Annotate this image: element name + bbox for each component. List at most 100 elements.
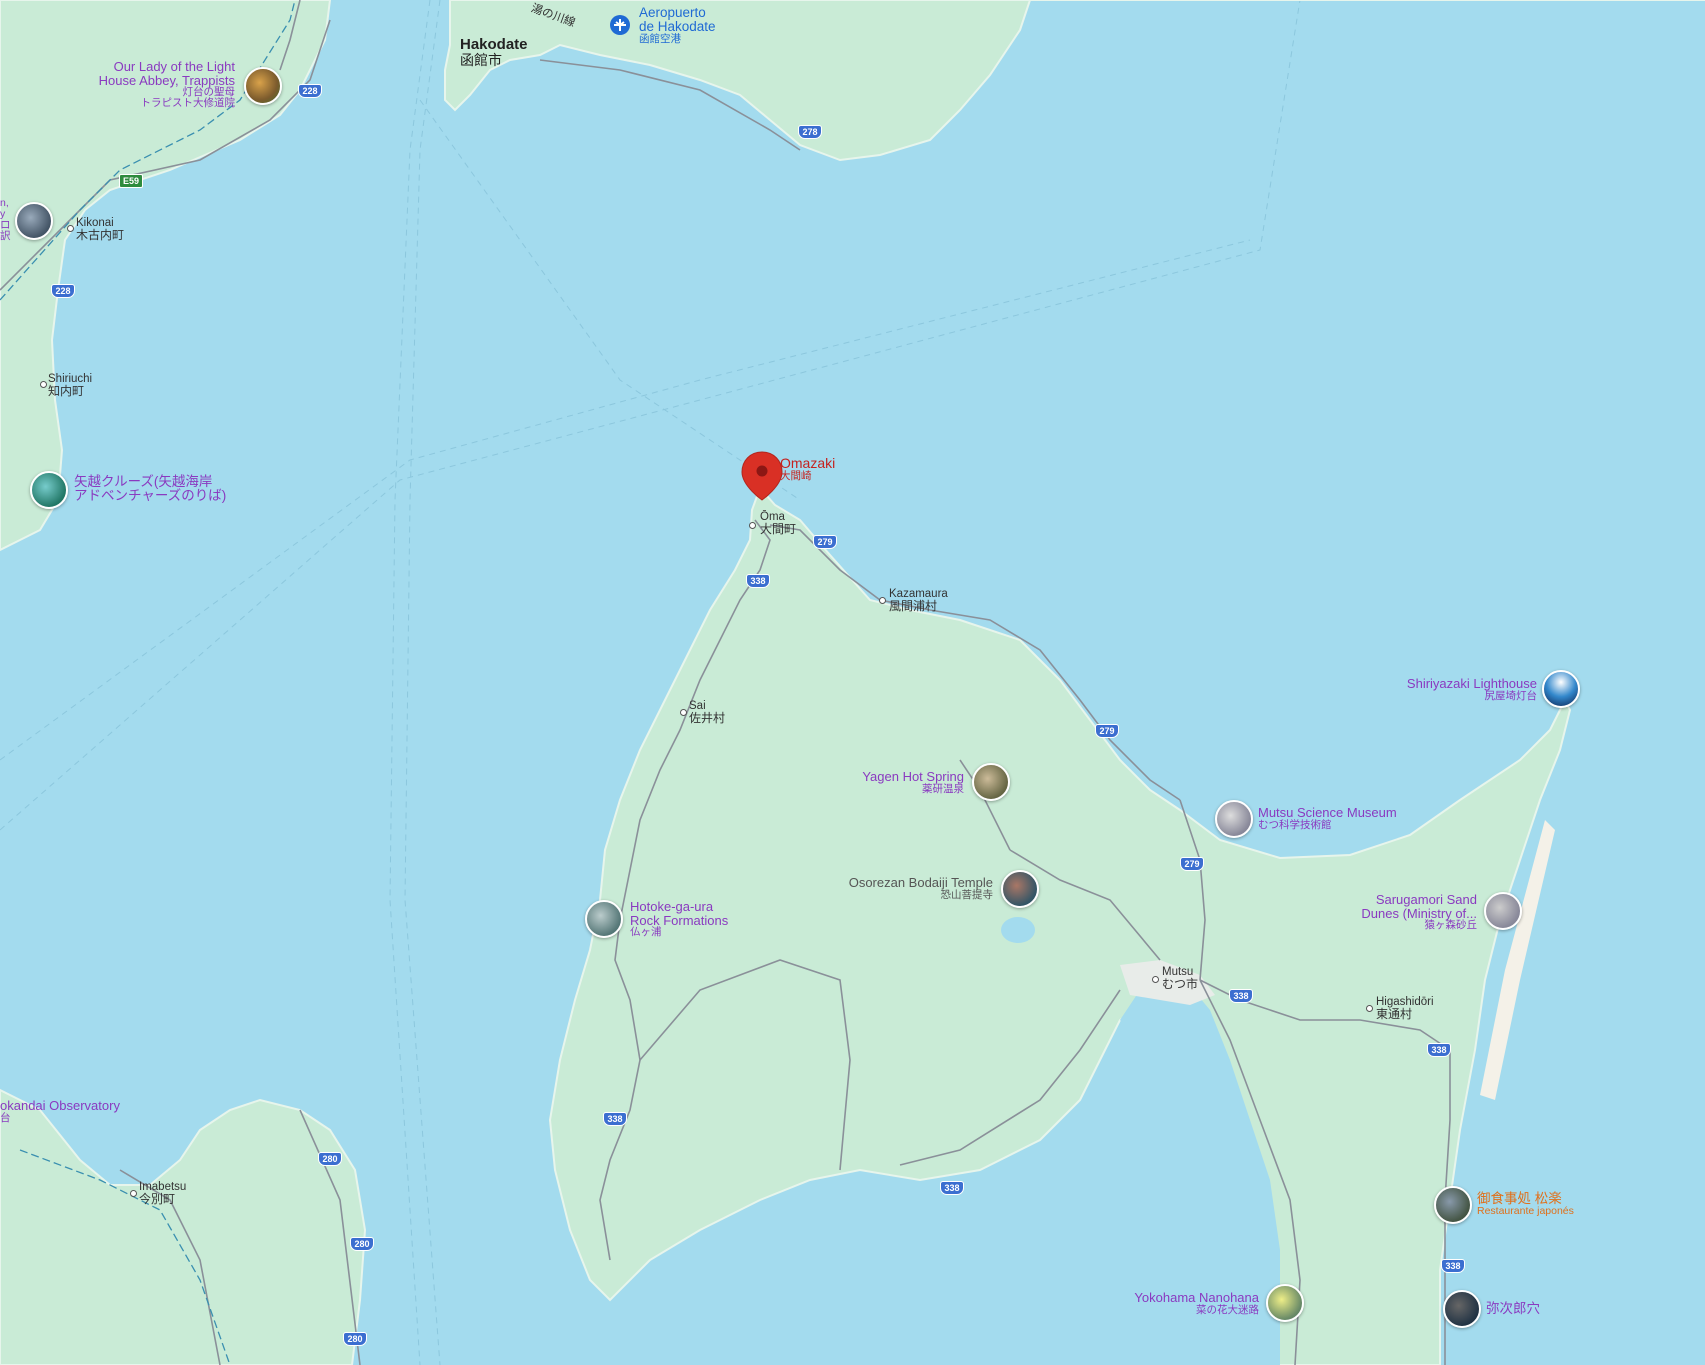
road-shield: E59: [119, 174, 144, 188]
place-name: Sarugamori Sand: [1375, 892, 1477, 907]
yokohama-thumbnail[interactable]: [1266, 1284, 1304, 1322]
place-name: Our Lady of the Light: [113, 59, 235, 74]
left-cut-thumbnail[interactable]: [15, 202, 53, 240]
matsuraku-thumbnail[interactable]: [1434, 1186, 1472, 1224]
osorezan-thumbnail[interactable]: [1001, 870, 1039, 908]
place-hotoke[interactable]: Hotoke-ga-ura Rock Formations 仏ヶ浦: [630, 900, 728, 938]
place-name-ja: 薬研温泉: [922, 782, 964, 795]
place-name: Mutsu Science Museum: [1258, 805, 1397, 820]
town-dot: [40, 381, 47, 388]
lake-usori: [1001, 917, 1035, 943]
place-name-ja: 尻屋埼灯台: [1484, 689, 1538, 702]
road-shield: 279: [1095, 724, 1119, 738]
hotoke-thumbnail[interactable]: [585, 900, 623, 938]
road-shield: 338: [1441, 1259, 1465, 1273]
place-name-ja: 佐井村: [689, 711, 726, 726]
road-shield: 279: [813, 535, 837, 549]
road-shield: 338: [940, 1181, 964, 1195]
omazaki-name: Omazaki: [780, 455, 836, 471]
place-name-ja: Restaurante japonés: [1477, 1205, 1574, 1218]
place-yajiro[interactable]: 弥次郎穴: [1486, 1301, 1540, 1316]
place-name-ja-line2: トラピスト大修道院: [140, 97, 236, 110]
place-imabetsu[interactable]: Imabetsu 今別町: [139, 1181, 186, 1206]
place-name: 弥次郎穴: [1486, 1301, 1540, 1316]
place-mutsu[interactable]: Mutsu むつ市: [1162, 966, 1198, 991]
place-shiriyazaki[interactable]: Shiriyazaki Lighthouse 尻屋埼灯台: [1407, 677, 1537, 702]
yajiro-thumbnail[interactable]: [1443, 1290, 1481, 1328]
place-mutsu-museum[interactable]: Mutsu Science Museum むつ科学技術館: [1258, 806, 1397, 831]
yagoshi-thumbnail[interactable]: [30, 471, 68, 509]
place-trappists[interactable]: Our Lady of the Light House Abbey, Trapp…: [99, 60, 235, 109]
shiriyazaki-thumbnail[interactable]: [1542, 670, 1580, 708]
road-shield: 280: [318, 1152, 342, 1166]
land-hokkaido-north: [444, 0, 1705, 162]
place-name-line2: アドベンチャーズのりば): [74, 488, 227, 504]
road-shield: 338: [1427, 1043, 1451, 1057]
place-name-ja: 知内町: [48, 384, 85, 399]
place-name-ja: 今別町: [139, 1192, 176, 1207]
place-name: Hakodate: [460, 36, 528, 53]
place-kikonai[interactable]: Kikonai 木古内町: [76, 217, 124, 242]
place-name-ja: 東通村: [1376, 1007, 1413, 1022]
place-higashidori[interactable]: Higashidōri 東通村: [1376, 996, 1434, 1021]
place-sarugamori[interactable]: Sarugamori Sand Dunes (Ministry of... 猿ヶ…: [1361, 893, 1477, 931]
place-name-ja: 仏ヶ浦: [630, 926, 662, 939]
town-dot: [1152, 976, 1159, 983]
place-name-ja: 菜の花大迷路: [1196, 1303, 1259, 1316]
place-kazamaura[interactable]: Kazamaura 風間浦村: [889, 588, 948, 613]
map-canvas[interactable]: Omazaki 大間崎 Hakodate 函館市 湯の川線 Aeropuerto…: [0, 0, 1705, 1365]
place-hakodate[interactable]: Hakodate 函館市: [460, 37, 528, 67]
place-name-ja: 函館市: [460, 51, 502, 68]
place-name: Osorezan Bodaiji Temple: [848, 875, 993, 890]
town-dot: [879, 597, 886, 604]
airplane-icon: [610, 15, 630, 35]
town-dot: [1366, 1005, 1373, 1012]
mutsu-museum-thumbnail[interactable]: [1215, 800, 1253, 838]
road-shield: 279: [1180, 857, 1204, 871]
place-name-ja: 猿ヶ森砂丘: [1424, 919, 1478, 932]
place-ooma[interactable]: Ōma 大間町: [760, 511, 796, 536]
town-dot: [67, 225, 74, 232]
town-dot: [749, 522, 756, 529]
place-shiriuchi[interactable]: Shiriuchi 知内町: [48, 373, 92, 398]
road-shield: 338: [746, 574, 770, 588]
place-airport[interactable]: Aeropuerto de Hakodate 函館空港: [639, 5, 716, 46]
place-name-ja: むつ市: [1162, 977, 1199, 992]
trappists-thumbnail[interactable]: [244, 67, 282, 105]
road-shield: 228: [51, 284, 75, 298]
place-left-cut[interactable]: n, y ロ 訳: [0, 197, 11, 243]
place-name: 御食事処 松楽: [1477, 1191, 1562, 1206]
road-shield: 338: [1229, 989, 1253, 1003]
place-yokohama[interactable]: Yokohama Nanohana 菜の花大迷路: [1134, 1291, 1259, 1316]
place-name-ja: むつ科学技術館: [1258, 818, 1332, 831]
place-tappi[interactable]: okandai Observatory 台: [0, 1099, 120, 1124]
road-shield: 280: [343, 1332, 367, 1346]
place-name: Shiriyazaki Lighthouse: [1406, 676, 1537, 691]
town-dot: [680, 709, 687, 716]
road-shield: 228: [298, 84, 322, 98]
place-sai[interactable]: Sai 佐井村: [689, 700, 725, 725]
place-name-ja: 大間町: [760, 522, 797, 537]
place-name: okandai Observatory: [0, 1098, 120, 1113]
place-name-ja: 函館空港: [639, 33, 681, 46]
place-yagen[interactable]: Yagen Hot Spring 薬研温泉: [862, 770, 964, 795]
omazaki-pin-icon[interactable]: [741, 451, 783, 501]
place-osorezan[interactable]: Osorezan Bodaiji Temple 恐山菩提寺: [849, 876, 993, 901]
town-dot: [130, 1190, 137, 1197]
yagen-thumbnail[interactable]: [972, 763, 1010, 801]
omazaki-name-ja: 大間崎: [780, 469, 812, 482]
place-yagoshi[interactable]: 矢越クルーズ(矢越海岸 アドベンチャーズのりば): [74, 474, 227, 504]
road-shield: 338: [603, 1112, 627, 1126]
place-name: Hotoke-ga-ura: [630, 899, 714, 914]
place-name-ja-line2: 訳: [0, 230, 11, 243]
road-shield: 278: [798, 125, 822, 139]
place-name: Yokohama Nanohana: [1134, 1290, 1259, 1305]
omazaki-label[interactable]: Omazaki 大間崎: [780, 456, 835, 482]
sarugamori-thumbnail[interactable]: [1484, 892, 1522, 930]
place-matsuraku[interactable]: 御食事処 松楽 Restaurante japonés: [1477, 1191, 1574, 1218]
road-shield: 280: [350, 1237, 374, 1251]
place-name-ja: 風間浦村: [889, 599, 938, 614]
place-name-ja: 恐山菩提寺: [940, 888, 994, 901]
place-name: 矢越クルーズ(矢越海岸: [74, 474, 213, 489]
place-name-ja: 台: [0, 1111, 11, 1124]
